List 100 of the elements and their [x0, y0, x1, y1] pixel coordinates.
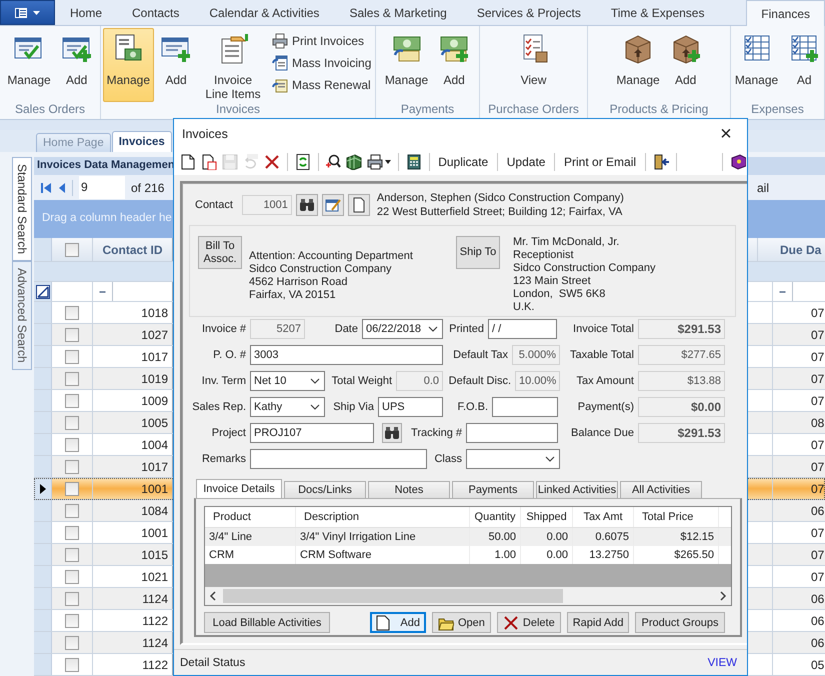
- edit-button[interactable]: [322, 194, 344, 216]
- document-tab[interactable]: Invoices: [112, 131, 172, 152]
- tab[interactable]: All Activities: [620, 481, 702, 498]
- checkbox[interactable]: [65, 614, 79, 628]
- ribbon-button[interactable]: Ad: [784, 28, 824, 102]
- close-button[interactable]: ×: [705, 119, 747, 149]
- dropdown[interactable]: Net 10: [250, 371, 325, 391]
- tab[interactable]: Docs/Links: [284, 481, 366, 498]
- ribbon-button[interactable]: Manage: [102, 28, 154, 102]
- ribbon-button[interactable]: Manage: [3, 28, 55, 102]
- lookup-button[interactable]: [382, 423, 402, 443]
- lookup-button[interactable]: [296, 194, 318, 216]
- column-header[interactable]: Shipped: [521, 507, 573, 527]
- toolbar-button[interactable]: [366, 153, 392, 171]
- toolbar-button[interactable]: [404, 153, 423, 171]
- ribbon-tab[interactable]: Home: [55, 0, 118, 25]
- checkbox[interactable]: [65, 460, 79, 474]
- ribbon-button[interactable]: Add: [666, 28, 706, 102]
- toolbar-button[interactable]: [179, 153, 197, 171]
- input-field[interactable]: 3003: [250, 345, 443, 365]
- ribbon-button[interactable]: Add: [56, 28, 97, 102]
- column-header[interactable]: Due Da: [757, 238, 825, 261]
- ribbon-tab[interactable]: Finances: [746, 0, 825, 26]
- toolbar-button[interactable]: [200, 153, 218, 171]
- button[interactable]: Add: [370, 612, 426, 633]
- bill-to-button[interactable]: Bill To Assoc.: [198, 236, 242, 269]
- ribbon-button[interactable]: View: [514, 28, 554, 102]
- button[interactable]: Open: [432, 612, 491, 633]
- ribbon-button[interactable]: Mass Renewal: [270, 77, 374, 93]
- dropdown[interactable]: 06/22/2018: [362, 319, 443, 339]
- checkbox[interactable]: [65, 548, 79, 562]
- field-label: Tax Amount: [576, 375, 635, 387]
- ship-to-button[interactable]: Ship To: [456, 236, 500, 269]
- checkbox[interactable]: [65, 658, 79, 672]
- caret-icon: [33, 10, 40, 14]
- ribbon-button[interactable]: Invoice Line Items: [198, 28, 268, 102]
- ribbon-tab[interactable]: Calendar & Activities: [194, 0, 334, 25]
- dropdown[interactable]: Kathy: [250, 397, 325, 417]
- button[interactable]: Load Billable Activities: [204, 612, 330, 633]
- tab[interactable]: Invoice Details: [196, 479, 282, 498]
- first-page-icon[interactable]: [40, 182, 52, 194]
- toolbar-button[interactable]: Duplicate: [435, 155, 492, 169]
- checkbox[interactable]: [65, 526, 79, 540]
- ribbon-button[interactable]: Add: [434, 28, 474, 102]
- input-field[interactable]: [466, 423, 558, 443]
- ribbon-button[interactable]: Manage: [730, 28, 782, 102]
- toolbar-button[interactable]: Update: [504, 155, 548, 169]
- previous-icon[interactable]: [58, 182, 66, 194]
- button[interactable]: Delete: [496, 612, 561, 633]
- ribbon-tab[interactable]: Time & Expenses: [596, 0, 720, 25]
- checkbox[interactable]: [65, 372, 79, 386]
- ribbon-button[interactable]: Manage: [380, 28, 432, 102]
- toolbar-button[interactable]: Print or Email: [561, 155, 640, 169]
- input-field[interactable]: [250, 449, 427, 469]
- column-header[interactable]: Description: [296, 507, 470, 527]
- dropdown[interactable]: [466, 449, 560, 469]
- checkbox[interactable]: [65, 394, 79, 408]
- checkbox[interactable]: [65, 592, 79, 606]
- table-cell: 07: [772, 522, 825, 543]
- button[interactable]: Product Groups: [635, 612, 725, 633]
- button[interactable]: Rapid Add: [566, 612, 630, 633]
- search-tab[interactable]: Standard Search: [12, 157, 32, 262]
- checkbox[interactable]: [65, 328, 79, 342]
- toolbar-button[interactable]: [652, 153, 670, 171]
- checkbox[interactable]: [65, 482, 79, 496]
- checkbox[interactable]: [65, 504, 79, 518]
- ribbon-button[interactable]: Add: [156, 28, 196, 102]
- ribbon-tab[interactable]: Sales & Marketing: [334, 0, 462, 25]
- tab[interactable]: Linked Activities: [536, 481, 618, 498]
- input-field[interactable]: / /: [488, 319, 557, 339]
- tab[interactable]: Payments: [452, 481, 534, 498]
- checkbox[interactable]: [65, 242, 79, 256]
- contact-field[interactable]: 1001: [242, 195, 292, 215]
- checkbox[interactable]: [65, 306, 79, 320]
- input-field[interactable]: UPS: [378, 397, 443, 417]
- column-header[interactable]: Tax Amt: [573, 507, 634, 527]
- ribbon-button[interactable]: Manage: [612, 28, 664, 102]
- column-header[interactable]: Quantity: [470, 507, 521, 527]
- checkbox[interactable]: [65, 570, 79, 584]
- record-field[interactable]: 9: [79, 176, 125, 199]
- ribbon-button[interactable]: Mass Invoicing: [270, 55, 374, 71]
- column-header[interactable]: Total Price: [634, 507, 719, 527]
- window-title: Invoices: [182, 127, 229, 141]
- ribbon-button[interactable]: Print Invoices: [270, 33, 374, 49]
- tab[interactable]: Notes: [368, 481, 450, 498]
- search-tab[interactable]: Advanced Search: [12, 261, 32, 370]
- checkbox[interactable]: [65, 416, 79, 430]
- horizontal-scrollbar[interactable]: [205, 587, 731, 605]
- ribbon-tab[interactable]: Contacts: [117, 0, 194, 25]
- input-field[interactable]: [492, 397, 558, 417]
- toolbar-button[interactable]: [294, 153, 312, 171]
- input-field[interactable]: PROJ107: [250, 423, 374, 443]
- checkbox[interactable]: [65, 636, 79, 650]
- toolbar-button[interactable]: [263, 153, 281, 171]
- column-header[interactable]: Product: [205, 507, 296, 527]
- new-button[interactable]: [348, 194, 370, 216]
- app-menu-button[interactable]: [0, 0, 55, 25]
- ribbon-tab[interactable]: Services & Projects: [462, 0, 596, 25]
- checkbox[interactable]: [65, 350, 79, 364]
- checkbox[interactable]: [65, 438, 79, 452]
